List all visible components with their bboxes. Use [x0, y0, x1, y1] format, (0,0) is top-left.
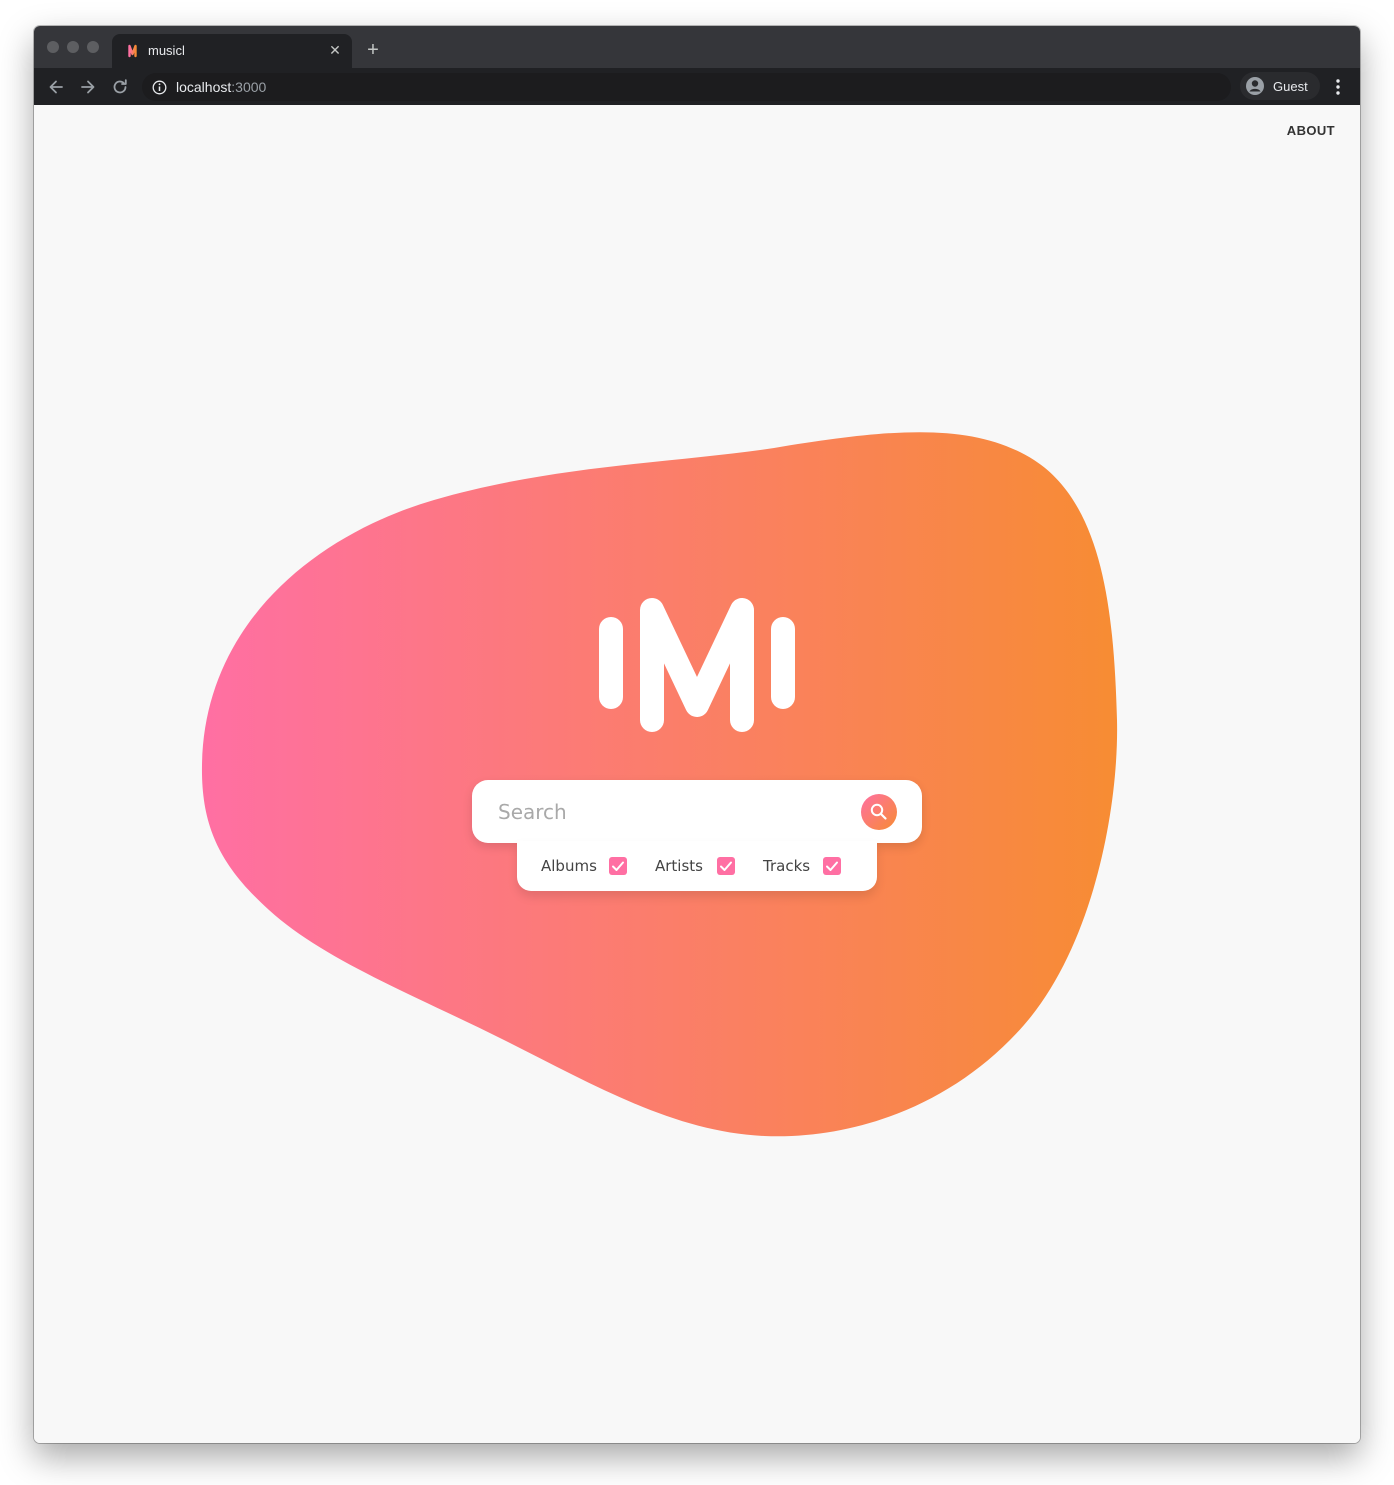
checkmark-icon — [826, 861, 838, 871]
close-window-button[interactable] — [47, 41, 59, 53]
maximize-window-button[interactable] — [87, 41, 99, 53]
url-host: localhost — [176, 79, 232, 95]
tracks-checkbox[interactable] — [823, 857, 841, 875]
albums-checkbox[interactable] — [609, 857, 627, 875]
filter-label: Artists — [655, 857, 703, 875]
musicl-logo-icon — [599, 598, 795, 732]
search-bar — [472, 780, 922, 843]
search-filters: Albums Artists Tracks — [517, 841, 877, 891]
search-input[interactable] — [496, 795, 850, 829]
about-link[interactable]: ABOUT — [1287, 123, 1335, 138]
profile-button[interactable]: Guest — [1240, 72, 1320, 100]
browser-tab-active[interactable]: musicl ✕ — [112, 34, 352, 68]
address-bar[interactable]: localhost:3000 — [142, 73, 1231, 101]
tab-title: musicl — [148, 43, 185, 58]
checkmark-icon — [612, 861, 624, 871]
checkmark-icon — [720, 861, 732, 871]
forward-arrow-icon[interactable] — [78, 77, 98, 97]
browser-window: musicl ✕ + localhost:3000 Guest ABOUT Se… — [34, 26, 1360, 1443]
tab-strip: musicl ✕ + — [34, 26, 1360, 68]
browser-toolbar: localhost:3000 Guest — [34, 68, 1360, 105]
search-icon — [870, 803, 887, 820]
close-tab-icon[interactable]: ✕ — [326, 41, 344, 59]
filter-albums[interactable]: Albums — [541, 855, 631, 877]
minimize-window-button[interactable] — [67, 41, 79, 53]
artists-checkbox[interactable] — [717, 857, 735, 875]
new-tab-button[interactable]: + — [362, 39, 384, 61]
filter-tracks[interactable]: Tracks — [763, 855, 847, 877]
page-content: ABOUT Albums — [34, 105, 1360, 1443]
filter-label: Albums — [541, 857, 597, 875]
profile-label: Guest — [1273, 79, 1308, 94]
url-text: localhost:3000 — [176, 79, 266, 95]
back-arrow-icon[interactable] — [46, 77, 66, 97]
reload-icon[interactable] — [110, 77, 130, 97]
filter-label: Tracks — [763, 857, 811, 875]
more-menu-icon[interactable] — [1330, 76, 1346, 98]
search-button[interactable] — [861, 794, 897, 830]
url-port: :3000 — [231, 79, 267, 95]
filter-artists[interactable]: Artists — [655, 855, 739, 877]
site-info-icon[interactable] — [152, 80, 167, 95]
musicl-favicon-icon — [124, 44, 141, 58]
background-blob — [201, 432, 1118, 1137]
avatar-icon — [1246, 77, 1264, 95]
